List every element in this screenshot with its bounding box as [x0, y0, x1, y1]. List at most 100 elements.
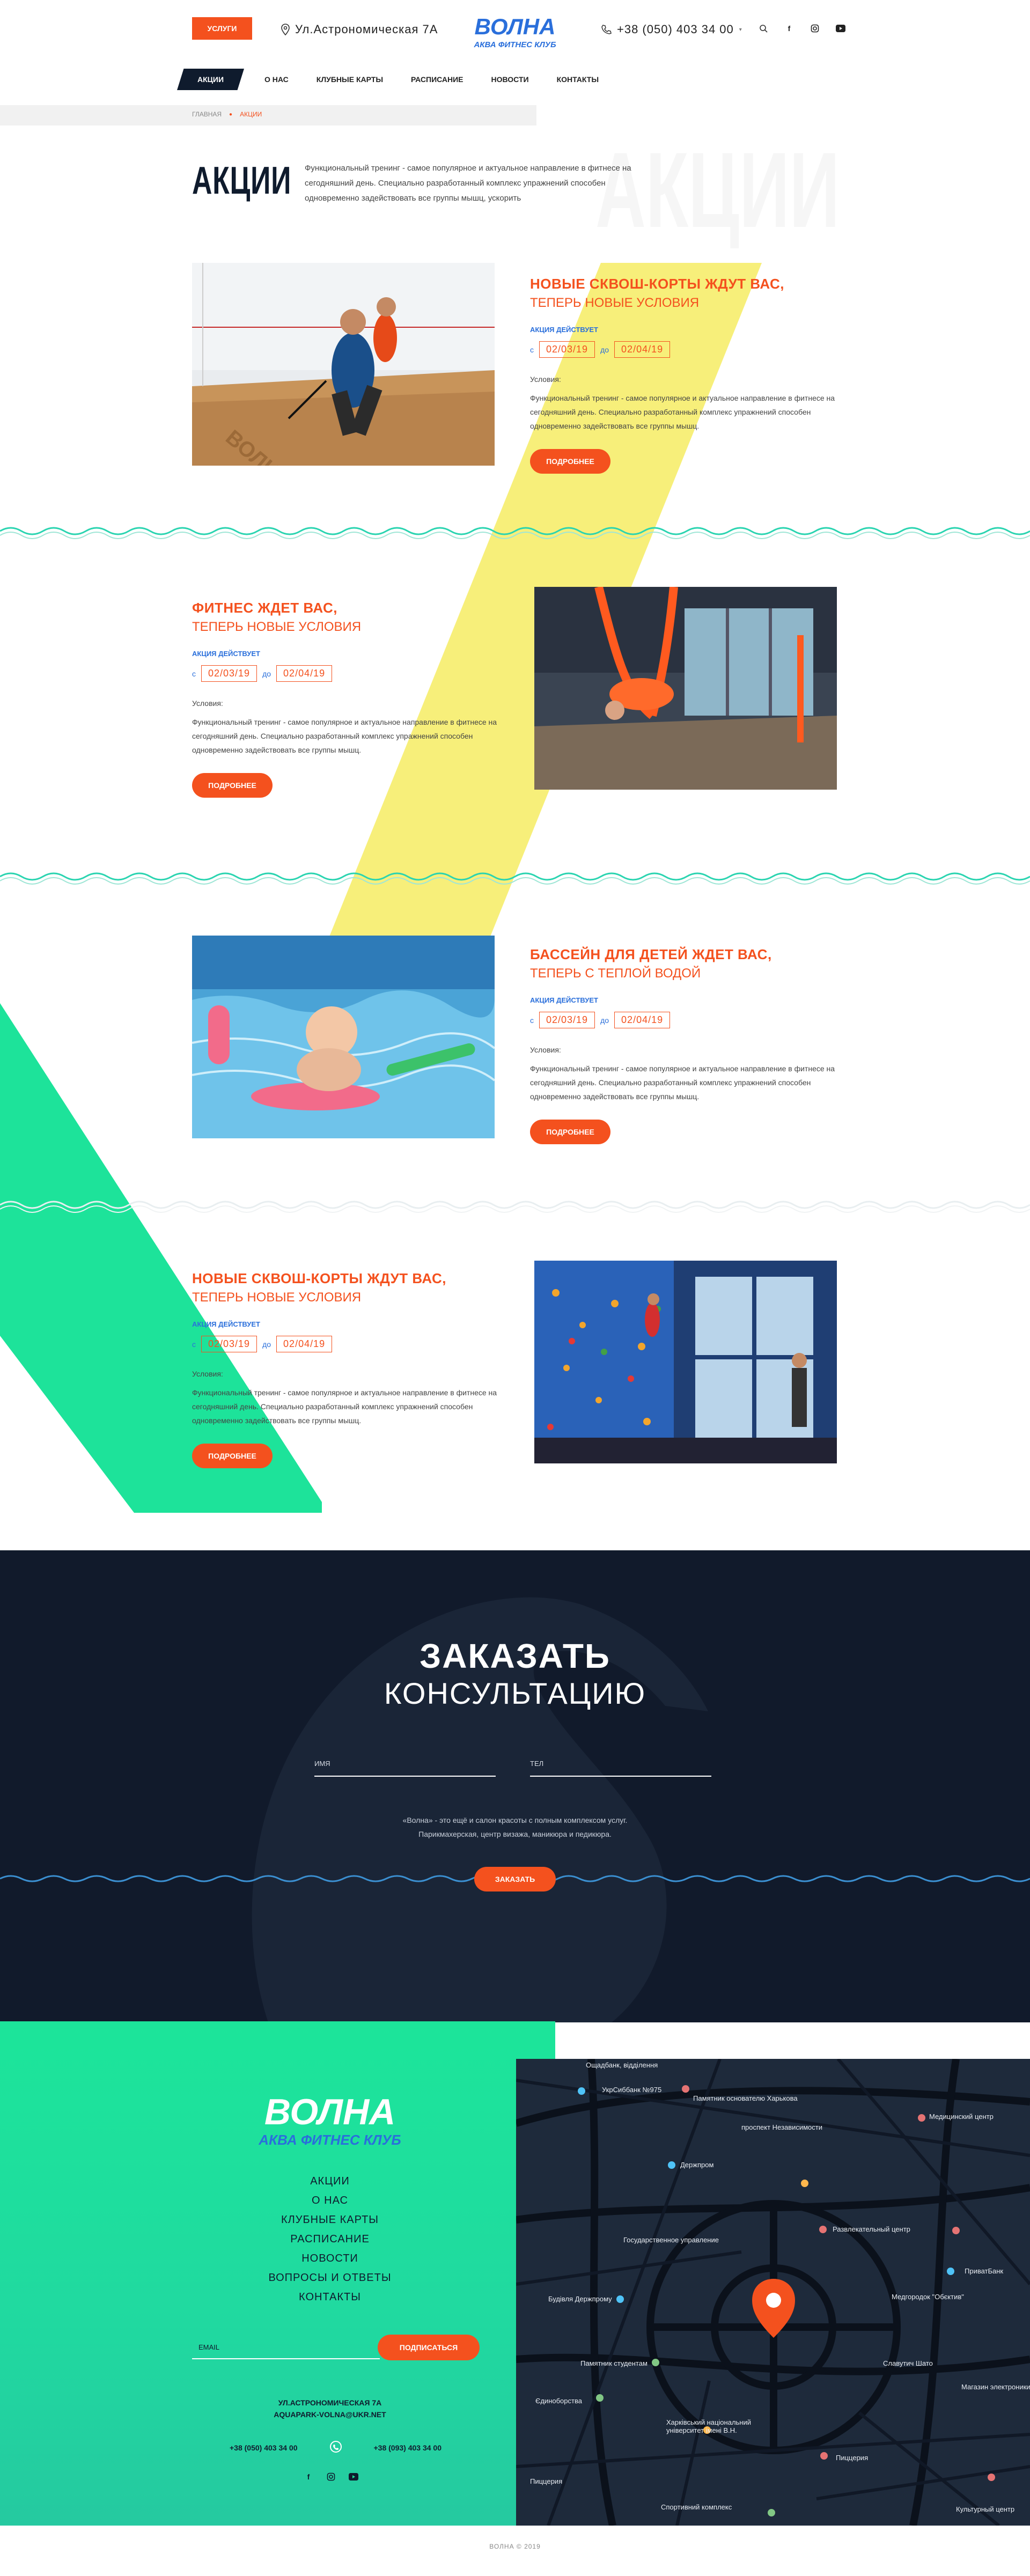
date-to: 02/04/19 [276, 665, 333, 682]
location-pin-icon [281, 24, 290, 35]
facebook-icon[interactable]: f [784, 24, 794, 33]
map-label: Медгородок "Обєктив" [892, 2293, 964, 2301]
footer-social: f [304, 2472, 358, 2482]
wave-divider [0, 527, 1030, 539]
nav-item-promotions[interactable]: Акции [177, 69, 245, 90]
footer-logo[interactable]: ВОЛНА АКВА ФИТНЕС КЛУБ [224, 2091, 436, 2150]
instagram-icon[interactable] [810, 24, 820, 33]
promo-title: Новые сквош-корты ждут вас, [530, 276, 784, 292]
brand-logo[interactable]: ВОЛНА АКВА ФИТНЕС КЛУБ [462, 11, 568, 50]
footer-phone-2[interactable]: +38 (093) 403 34 00 [374, 2443, 442, 2452]
nav-item-contacts[interactable]: Контакты [557, 69, 599, 90]
promo-description: Функциональный тренинг - самое популярно… [192, 718, 497, 754]
subscribe-button[interactable]: Подписаться [378, 2335, 480, 2360]
name-field-placeholder: Имя [314, 1760, 330, 1768]
promo-image-climbing-wall[interactable] [534, 1261, 837, 1463]
phone-field-placeholder: Тел [530, 1760, 544, 1768]
promo-details-button[interactable]: Подробнее [530, 1120, 610, 1144]
chevron-down-icon[interactable]: ▾ [739, 27, 742, 33]
phone-icon [601, 25, 612, 34]
map-label: Спортивний комплекс [661, 2503, 732, 2511]
header-phone[interactable]: +38 (050) 403 34 00 ▾ [601, 23, 742, 36]
date-to: 02/04/19 [276, 1336, 333, 1352]
date-to: 02/04/19 [614, 1012, 671, 1028]
map-label: ПриватБанк [965, 2267, 1004, 2275]
consult-note-line1: «Волна» - это ещё и салон красоты с полн… [402, 1816, 628, 1824]
map-label: Памятник студентам [580, 2359, 648, 2367]
consult-note-line2: Парикмахерская, центр визажа, маникюра и… [418, 1830, 612, 1838]
page-intro: Функциональный тренинг - самое популярно… [305, 164, 631, 203]
promo-card-3: Бассейн для детей ждет вас, теперь с теп… [530, 946, 847, 1144]
date-from: 02/03/19 [539, 1012, 595, 1028]
map-label: Пиццерия [836, 2454, 869, 2462]
nav-item-club-cards[interactable]: Клубные карты [317, 69, 383, 90]
consultation-section: ЗАКАЗАТЬ КОНСУЛЬТАЦИЮ Имя Тел «Волна» - … [0, 1550, 1030, 2022]
date-to-label: до [262, 669, 271, 678]
date-from-label: с [192, 1339, 196, 1349]
footer-logo-tagline: АКВА ФИТНЕС КЛУБ [258, 2132, 401, 2148]
promo-description: Функциональный тренинг - самое популярно… [530, 1064, 835, 1101]
facebook-icon[interactable]: f [304, 2472, 313, 2482]
breadcrumb-home[interactable]: Главная [192, 111, 222, 118]
footer: ВОЛНА АКВА ФИТНЕС КЛУБ Акции О нас Клубн… [0, 2021, 555, 2526]
map-label: Магазин электроники [961, 2383, 1030, 2391]
youtube-icon[interactable] [836, 24, 845, 33]
promo-conditions-label: Условия: [192, 1370, 223, 1378]
promo-description: Функциональный тренинг - самое популярно… [192, 1388, 497, 1425]
footer-logo-word: ВОЛНА [264, 2092, 395, 2132]
date-from: 02/03/19 [201, 1336, 258, 1352]
copyright: Волна © 2019 [489, 2543, 541, 2550]
promo-title: Новые сквош-корты ждут вас, [192, 1270, 446, 1286]
map-label: Государственное управление [623, 2236, 719, 2244]
consult-title: ЗАКАЗАТЬ [420, 1637, 610, 1675]
wave-divider [0, 872, 1030, 885]
promo-conditions-label: Условия: [530, 375, 561, 384]
youtube-icon[interactable] [349, 2472, 358, 2482]
promo-description: Функциональный тренинг - самое популярно… [530, 394, 835, 430]
promo-details-button[interactable]: Подробнее [192, 1444, 273, 1468]
main-nav: Акции О нас Клубные карты Расписание Нов… [177, 69, 627, 90]
consult-note: «Волна» - это ещё и салон красоты с полн… [0, 1813, 1030, 1841]
promo-image-aerial-yoga[interactable] [534, 587, 837, 790]
breadcrumb: Главная ● Акции [192, 111, 262, 118]
promo-details-button[interactable]: Подробнее [192, 773, 273, 798]
email-field[interactable]: Email [192, 2337, 380, 2359]
name-field[interactable]: Имя [314, 1754, 496, 1777]
promo-valid-label: Акция действует [192, 650, 260, 658]
promo-valid-label: Акция действует [192, 1320, 260, 1328]
services-button[interactable]: Услуги [192, 17, 252, 40]
footer-phone-1[interactable]: +38 (050) 403 34 00 [230, 2443, 298, 2452]
promo-image-kids-pool[interactable] [192, 936, 495, 1138]
promo-conditions-label: Условия: [192, 699, 223, 708]
nav-item-about[interactable]: О нас [264, 69, 289, 90]
map-label: Пиццерия [530, 2477, 563, 2485]
nav-item-schedule[interactable]: Расписание [411, 69, 464, 90]
search-icon[interactable] [759, 24, 768, 33]
location-map[interactable]: Ощадбанк, відділення УкрСиббанк №975 Пам… [516, 2059, 1030, 2526]
header-address[interactable]: Ул.Астрономическая 7А [281, 23, 438, 36]
map-label: Культурный центр [956, 2505, 1015, 2513]
svg-text:АКВА ФИТНЕС КЛУБ: АКВА ФИТНЕС КЛУБ [473, 40, 556, 49]
promo-title: Бассейн для детей ждет вас, [530, 946, 772, 962]
date-from-label: с [530, 1015, 534, 1025]
promo-conditions-label: Условия: [530, 1046, 561, 1054]
viber-icon[interactable] [329, 2441, 342, 2454]
promo-image-squash[interactable]: ВОЛНА [192, 263, 495, 466]
map-label: Будівля Держпрому [548, 2295, 612, 2303]
promo-valid-label: Акция действует [530, 996, 598, 1004]
map-label: Памятник основателю Харькова [693, 2094, 798, 2102]
instagram-icon[interactable] [326, 2472, 336, 2482]
date-from: 02/03/19 [539, 341, 595, 358]
date-from: 02/03/19 [201, 665, 258, 682]
phone-field[interactable]: Тел [530, 1754, 711, 1777]
promo-dates: с 02/03/19 до 02/04/19 [192, 1336, 509, 1352]
order-consultation-button[interactable]: Заказать [474, 1867, 556, 1891]
date-from-label: с [192, 669, 196, 678]
date-to-label: до [600, 1015, 609, 1025]
wave-divider [0, 1201, 1030, 1213]
map-label: Харківський національний університет іме… [666, 2418, 752, 2434]
promo-card-1: Новые сквош-корты ждут вас, теперь новые… [530, 276, 847, 474]
nav-item-news[interactable]: Новости [491, 69, 529, 90]
promo-subtitle: теперь новые условия [530, 296, 700, 310]
promo-details-button[interactable]: Подробнее [530, 449, 610, 474]
